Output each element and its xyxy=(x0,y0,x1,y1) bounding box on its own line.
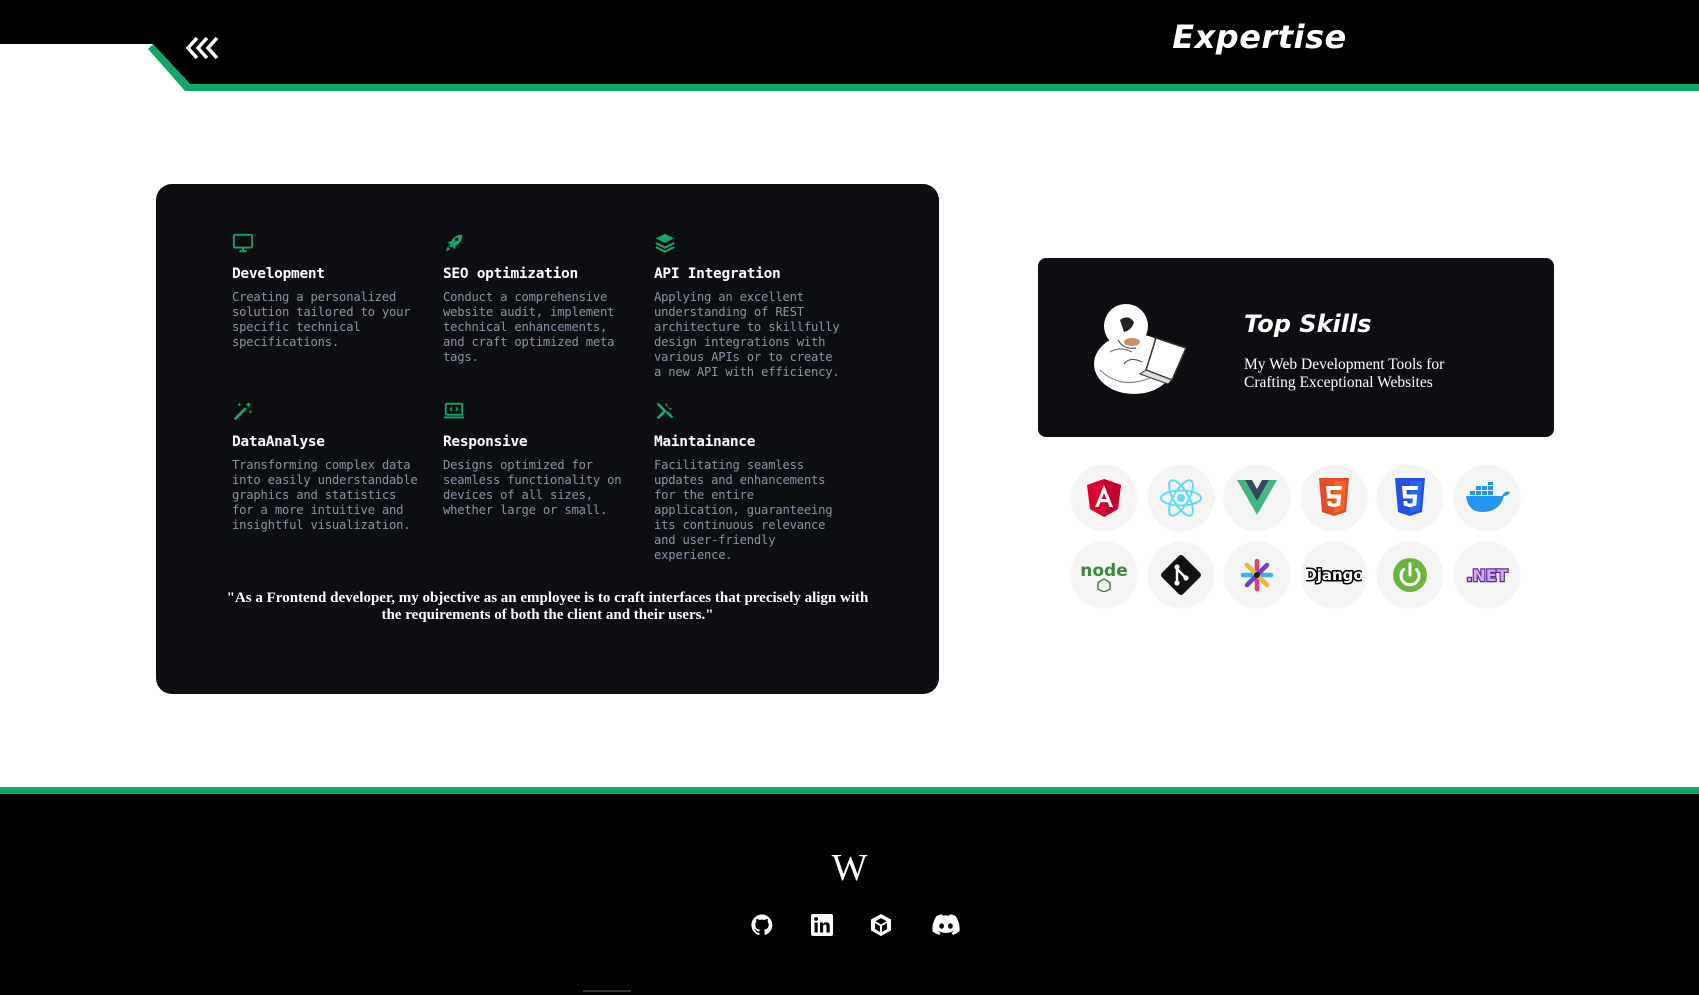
service-maintenance: Maintainance Facilitating seamless updat… xyxy=(654,400,865,562)
svg-text:node: node xyxy=(1080,561,1127,581)
footer-accent-line xyxy=(0,787,1699,794)
service-description: Conduct a comprehensive website audit, i… xyxy=(443,290,615,364)
spring-boot-icon xyxy=(1393,558,1427,592)
discord-link[interactable] xyxy=(931,912,961,938)
service-title: SEO optimization xyxy=(443,266,578,282)
tech-html5[interactable] xyxy=(1300,465,1367,531)
tech-nodejs[interactable]: node xyxy=(1071,542,1137,608)
tools-icon xyxy=(656,402,674,420)
page-title: Expertise xyxy=(1172,18,1347,56)
top-skills-card: Top Skills My Web Development Tools for … xyxy=(1038,258,1554,437)
svg-text:Django: Django xyxy=(1306,566,1362,584)
jest-icon xyxy=(1240,558,1274,592)
tech-git[interactable] xyxy=(1147,542,1214,608)
rocket-icon xyxy=(445,234,463,252)
service-seo: SEO optimization Conduct a comprehensive… xyxy=(443,232,654,394)
tech-jest[interactable] xyxy=(1224,542,1290,608)
tech-docker[interactable] xyxy=(1453,465,1520,531)
vue-icon xyxy=(1237,480,1277,515)
mission-quote: "As a Frontend developer, my objective a… xyxy=(226,590,869,623)
tech-vue[interactable] xyxy=(1224,465,1290,531)
django-icon: Django xyxy=(1306,565,1362,586)
css3-icon xyxy=(1395,478,1425,516)
services-grid: Development Creating a personalized solu… xyxy=(232,232,872,562)
linkedin-icon xyxy=(811,914,833,936)
tech-django[interactable]: Django xyxy=(1300,542,1367,608)
service-description: Facilitating seamless updates and enhanc… xyxy=(654,458,833,562)
service-description: Applying an excellent understanding of R… xyxy=(654,290,840,379)
angular-icon xyxy=(1087,479,1121,517)
developer-with-laptop-illustration xyxy=(1094,304,1188,394)
skills-title: Top Skills xyxy=(1244,310,1372,338)
docker-icon xyxy=(1465,482,1510,512)
github-link[interactable] xyxy=(749,912,775,938)
service-title: Maintainance xyxy=(654,434,756,450)
service-responsive: Responsive Designs optimized for seamles… xyxy=(443,400,654,562)
footer: W xyxy=(0,794,1699,995)
git-icon xyxy=(1160,555,1201,595)
service-title: API Integration xyxy=(654,266,781,282)
service-title: Responsive xyxy=(443,434,528,450)
service-data-analyse: DataAnalyse Transforming complex data in… xyxy=(232,400,443,562)
unity-icon xyxy=(871,914,891,936)
service-description: Designs optimized for seamless functiona… xyxy=(443,458,622,517)
tech-spring-boot[interactable] xyxy=(1377,542,1443,608)
service-description: Creating a personalized solution tailore… xyxy=(232,290,411,349)
skills-subtitle: My Web Development Tools for Crafting Ex… xyxy=(1244,356,1445,391)
linkedin-link[interactable] xyxy=(809,912,835,938)
service-development: Development Creating a personalized solu… xyxy=(232,232,443,394)
magic-wand-icon xyxy=(233,401,253,421)
header: Expertise xyxy=(0,0,1699,92)
services-card: Development Creating a personalized solu… xyxy=(156,184,939,694)
layers-icon xyxy=(655,233,675,253)
monitor-icon xyxy=(232,233,254,253)
service-api: API Integration Applying an excellent un… xyxy=(654,232,865,394)
nodejs-icon: node xyxy=(1080,561,1128,592)
tech-icon-grid: node Django .NET xyxy=(1071,465,1531,608)
service-description: Transforming complex data into easily un… xyxy=(232,458,418,532)
discord-icon xyxy=(932,914,960,935)
service-title: Development xyxy=(232,266,325,282)
unity-link[interactable] xyxy=(868,912,894,938)
react-icon xyxy=(1159,479,1202,517)
tech-css3[interactable] xyxy=(1377,465,1443,531)
github-icon xyxy=(751,914,773,936)
tech-react[interactable] xyxy=(1147,465,1214,531)
html5-icon xyxy=(1318,478,1349,516)
svg-text:.NET: .NET xyxy=(1466,566,1507,585)
laptop-code-icon xyxy=(443,402,465,419)
tech-angular[interactable] xyxy=(1071,465,1137,531)
tech-dotnet[interactable]: .NET xyxy=(1453,542,1520,608)
footer-logo[interactable]: W xyxy=(0,846,1699,890)
scroll-indicator xyxy=(583,990,631,992)
service-title: DataAnalyse xyxy=(232,434,325,450)
dotnet-icon: .NET xyxy=(1465,565,1509,586)
